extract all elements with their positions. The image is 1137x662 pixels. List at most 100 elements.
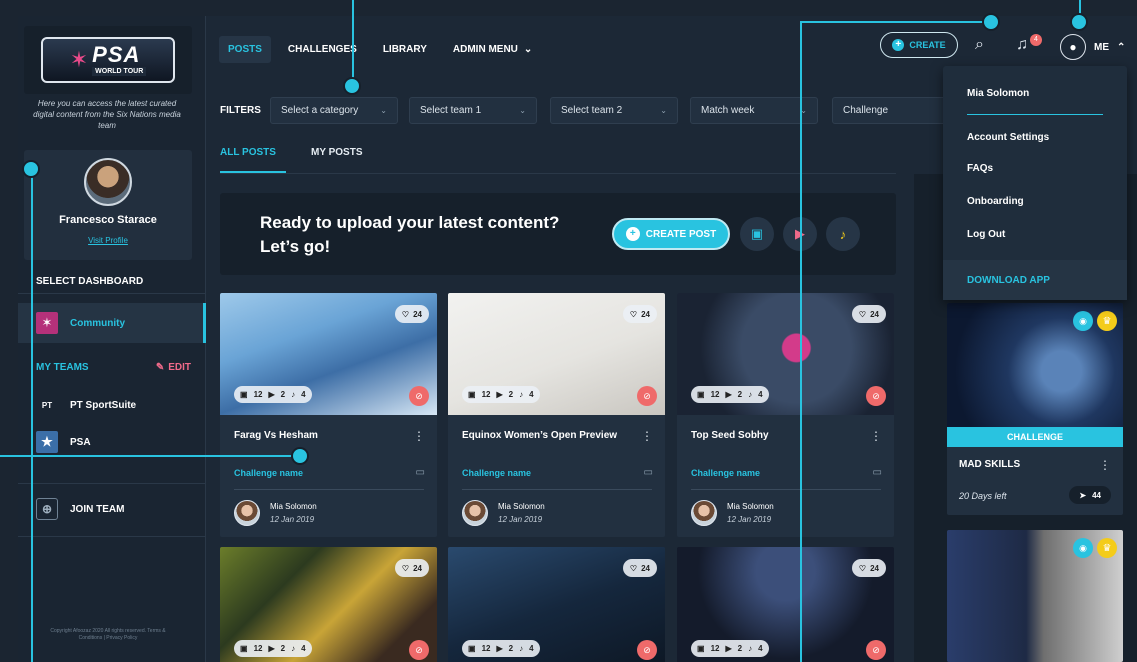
post-thumbnail[interactable]: ♡ 24 ▣ 12 ▶ 2 ♪ 4 ⊘ — [677, 293, 894, 415]
like-count: 24 — [413, 563, 422, 573]
tab-my-posts[interactable]: MY POSTS — [311, 147, 363, 158]
join-team-button[interactable]: ⊕ JOIN TEAM — [36, 498, 124, 520]
category-select[interactable]: Select a category ⌄ — [270, 97, 398, 124]
challenge-card[interactable]: ◉ ♛ CHALLENGE MAD SKILLS ⋮ 20 Days left … — [947, 303, 1123, 515]
menu-item-faqs[interactable]: FAQs — [967, 163, 993, 174]
tab-admin-menu[interactable]: ADMIN MENU ⌄ — [444, 36, 541, 63]
match-week-select[interactable]: Match week ⌄ — [690, 97, 818, 124]
more-options-icon[interactable]: ⋮ — [1099, 458, 1111, 472]
create-post-button[interactable]: + CREATE POST — [612, 218, 730, 250]
author-avatar — [691, 500, 717, 526]
sidebar-item-community[interactable]: ✶ Community — [18, 303, 206, 343]
monitor-icon: ▭ — [872, 467, 882, 478]
like-count: 24 — [641, 563, 650, 573]
trophy-icon[interactable]: ♛ — [1097, 311, 1117, 331]
image-count: 12 — [710, 390, 720, 399]
post-card[interactable]: ♡ 24 ▣ 12 ▶ 2 ♪ 4 ⊘ — [448, 547, 665, 662]
visit-profile-link[interactable]: Visit Profile — [88, 236, 128, 245]
team-item-pt-sportsuite[interactable]: PT PT SportSuite — [36, 394, 136, 416]
plus-icon: + — [625, 227, 640, 241]
post-card[interactable]: ♡ 24 ▣ 12 ▶ 2 ♪ 4 ⊘ — [677, 547, 894, 662]
video-count: 2 — [508, 390, 514, 399]
chevron-down-icon: ⌄ — [523, 44, 533, 55]
hide-post-button[interactable]: ⊘ — [637, 640, 657, 660]
logo-main-text: PSA — [92, 42, 141, 67]
annotation-line — [800, 21, 802, 662]
view-eye-icon[interactable]: ◉ — [1073, 538, 1093, 558]
download-app-button[interactable]: DOWNLOAD APP — [943, 260, 1127, 300]
challenge-name-link[interactable]: Challenge name — [234, 468, 303, 478]
select-value: Select team 1 — [420, 105, 482, 116]
hide-post-button[interactable]: ⊘ — [409, 386, 429, 406]
edit-teams-button[interactable]: ✎ EDIT — [156, 362, 191, 373]
tab-posts[interactable]: POSTS — [219, 36, 271, 63]
post-thumbnail[interactable]: ♡ 24 ▣ 12 ▶ 2 ♪ 4 ⊘ — [220, 293, 437, 415]
post-card[interactable]: ♡ 24 ▣ 12 ▶ 2 ♪ 4 ⊘ Equinox Women’s Open Previ… — [448, 293, 665, 537]
bell-icon[interactable]: ♫ — [1016, 36, 1028, 54]
pt-sportsuite-icon: PT — [36, 394, 58, 416]
challenge-select[interactable]: Challenge⌄ — [832, 97, 960, 124]
heart-icon: ♡ — [858, 309, 867, 319]
media-stats: ▣ 12 ▶ 2 ♪ 4 — [691, 386, 769, 403]
like-pill[interactable]: ♡ 24 — [394, 305, 429, 323]
more-options-icon[interactable]: ⋮ — [870, 429, 882, 443]
menu-item-onboarding[interactable]: Onboarding — [967, 196, 1024, 207]
like-pill[interactable]: ♡ 24 — [622, 559, 657, 577]
team2-select[interactable]: Select team 2 ⌄ — [550, 97, 678, 124]
challenge-name-link[interactable]: Challenge name — [462, 468, 531, 478]
hide-post-button[interactable]: ⊘ — [866, 640, 886, 660]
hide-post-button[interactable]: ⊘ — [637, 386, 657, 406]
menu-item-log-out[interactable]: Log Out — [967, 229, 1005, 240]
like-pill[interactable]: ♡ 24 — [851, 305, 886, 323]
eye-off-icon: ⊘ — [415, 390, 423, 401]
post-card[interactable]: ♡ 24 ▣ 12 ▶ 2 ♪ 4 ⊘ Top Seed Sobhy ⋮ Challenge… — [677, 293, 894, 537]
challenge-name-link[interactable]: Challenge name — [691, 468, 760, 478]
me-menu-button[interactable]: ● ME ⌃ — [1060, 34, 1125, 60]
create-button[interactable]: + CREATE — [880, 32, 958, 58]
upload-image-button[interactable]: ▣ — [740, 217, 774, 251]
audio-icon: ♪ — [291, 390, 296, 399]
challenge-title: MAD SKILLS — [959, 459, 1021, 470]
post-thumbnail[interactable]: ♡ 24 ▣ 12 ▶ 2 ♪ 4 ⊘ — [677, 547, 894, 662]
psa-logo[interactable]: ✶ PSA WORLD TOUR — [41, 37, 175, 83]
hide-post-button[interactable]: ⊘ — [866, 386, 886, 406]
like-pill[interactable]: ♡ 24 — [622, 305, 657, 323]
hide-post-button[interactable]: ⊘ — [409, 640, 429, 660]
add-user-icon: ⊕ — [36, 498, 58, 520]
create-post-label: CREATE POST — [645, 228, 717, 240]
more-options-icon[interactable]: ⋮ — [641, 429, 653, 443]
post-card[interactable]: ♡ 24 ▣ 12 ▶ 2 ♪ 4 ⊘ Farag Vs Hesham ⋮ Challeng… — [220, 293, 437, 537]
media-stats: ▣ 12 ▶ 2 ♪ 4 — [234, 640, 312, 657]
tab-library[interactable]: LIBRARY — [374, 36, 436, 63]
post-thumbnail[interactable]: ♡ 24 ▣ 12 ▶ 2 ♪ 4 ⊘ — [448, 293, 665, 415]
post-date: 12 Jan 2019 — [727, 515, 772, 524]
view-eye-icon[interactable]: ◉ — [1073, 311, 1093, 331]
challenge-thumbnail[interactable]: ◉ ♛ — [947, 530, 1123, 662]
app-frame: ✶ PSA WORLD TOUR Here you can access the… — [18, 16, 1137, 662]
menu-item-account-settings[interactable]: Account Settings — [967, 132, 1049, 143]
select-value: Select team 2 — [561, 105, 623, 116]
upload-audio-button[interactable]: ♪ — [826, 217, 860, 251]
post-date: 12 Jan 2019 — [498, 515, 543, 524]
team1-select[interactable]: Select team 1 ⌄ — [409, 97, 537, 124]
tab-all-posts[interactable]: ALL POSTS — [220, 147, 276, 158]
annotation-dot — [22, 160, 40, 178]
post-thumbnail[interactable]: ♡ 24 ▣ 12 ▶ 2 ♪ 4 ⊘ — [220, 547, 437, 662]
challenge-card[interactable]: ◉ ♛ — [947, 530, 1123, 662]
community-icon: ✶ — [36, 312, 58, 334]
team-item-psa[interactable]: ★ PSA — [36, 431, 91, 453]
search-icon[interactable]: ⌕ — [975, 36, 984, 54]
post-card[interactable]: ♡ 24 ▣ 12 ▶ 2 ♪ 4 ⊘ — [220, 547, 437, 662]
like-pill[interactable]: ♡ 24 — [394, 559, 429, 577]
days-left: 20 Days left — [959, 491, 1007, 501]
post-thumbnail[interactable]: ♡ 24 ▣ 12 ▶ 2 ♪ 4 ⊘ — [448, 547, 665, 662]
like-pill[interactable]: ♡ 24 — [851, 559, 886, 577]
author-name: Mia Solomon — [498, 502, 545, 511]
video-icon: ▶ — [268, 390, 275, 399]
more-options-icon[interactable]: ⋮ — [413, 429, 425, 443]
trophy-icon[interactable]: ♛ — [1097, 538, 1117, 558]
profile-name: Francesco Starace — [59, 214, 157, 226]
video-count: 2 — [508, 644, 514, 653]
challenge-thumbnail[interactable]: ◉ ♛ — [947, 303, 1123, 427]
me-dropdown-menu: Mia Solomon Account Settings FAQs Onboar… — [943, 66, 1127, 300]
